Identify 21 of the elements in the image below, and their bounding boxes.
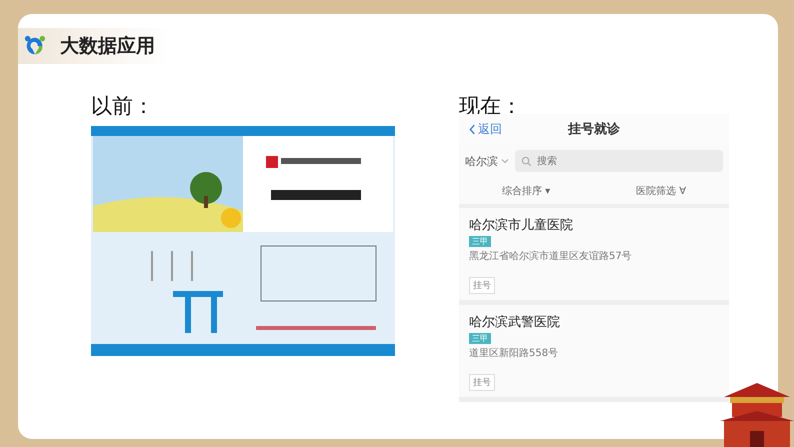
slide-title: 大数据应用	[60, 34, 155, 59]
hospital-item[interactable]: 哈尔滨武警医院 三甲 道里区新阳路558号 挂号	[459, 305, 729, 402]
section-label: 以前：	[91, 93, 155, 120]
search-field[interactable]: 搜索	[515, 150, 723, 172]
grade-tag: 三甲	[469, 333, 491, 344]
hospital-address: 道里区新阳路558号	[469, 346, 558, 361]
hospital-name: 哈尔滨武警医院	[469, 314, 560, 331]
dropdown-icon	[501, 158, 509, 164]
hospital-item[interactable]: 哈尔滨市儿童医院 三甲 黑龙江省哈尔滨市道里区友谊路57号 挂号	[459, 208, 729, 305]
filter-button[interactable]: 医院筛选 ∀	[630, 183, 692, 199]
grade-tag: 三甲	[469, 236, 491, 247]
city-dropdown[interactable]: 哈尔滨	[465, 154, 509, 168]
logo-icon	[24, 35, 46, 57]
back-button[interactable]: 返回	[459, 120, 502, 138]
filter-button[interactable]: 综合排序 ▾	[496, 183, 556, 199]
hospital-address: 黑龙江省哈尔滨市道里区友谊路57号	[469, 250, 632, 264]
hospital-name: 哈尔滨市儿童医院	[469, 217, 573, 234]
register-button[interactable]: 挂号	[469, 277, 495, 294]
register-button[interactable]: 挂号	[469, 374, 495, 391]
chevron-icon	[469, 124, 476, 134]
screen-title: 挂号就诊	[566, 121, 621, 138]
